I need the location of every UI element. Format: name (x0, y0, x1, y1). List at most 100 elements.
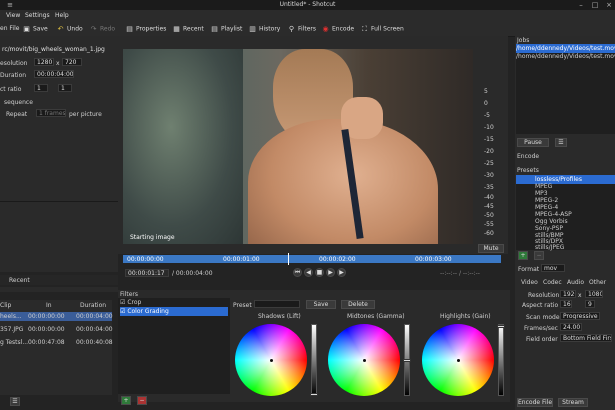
add-preset-button[interactable]: + (518, 251, 528, 260)
tab-codec[interactable]: Codec (543, 279, 562, 286)
save-button[interactable]: ▣ Save (22, 25, 48, 33)
shadows-level-slider[interactable] (310, 324, 318, 396)
repeat-frames-field[interactable]: 1 frames (36, 109, 66, 117)
playlist-cell: 00:00:40:08 (76, 339, 113, 346)
encode-aspect-label: Aspect ratio (522, 302, 559, 309)
playlist-cell: heels... (0, 313, 22, 320)
wheel-cursor[interactable] (362, 358, 366, 362)
slider-knob[interactable] (497, 325, 505, 328)
playlist-panel: Clip In Duration heels... 00:00:00:00 00… (0, 300, 113, 395)
preset-item[interactable]: MPEG-2 (535, 197, 558, 204)
playlist-menu-button[interactable]: ☰ (10, 397, 20, 406)
aspect-ratio-a[interactable]: 1 (34, 84, 48, 92)
highlights-level-slider[interactable] (497, 324, 505, 396)
checkbox-icon[interactable]: ☑ (120, 299, 125, 306)
encode-res-height[interactable]: 1080 (585, 290, 603, 298)
encode-file-button[interactable]: Encode File (517, 398, 553, 407)
preset-dropdown[interactable] (254, 300, 300, 308)
scan-mode-dropdown[interactable]: Progressive (560, 312, 600, 320)
history-button[interactable]: ▥ History (248, 25, 280, 33)
filter-item-crop[interactable]: ☑ Crop (120, 298, 228, 307)
filter-item-color-grading[interactable]: ☑ Color Grading (120, 307, 228, 316)
tab-recent[interactable]: Recent (9, 277, 30, 284)
preset-item[interactable]: MPEG (535, 183, 552, 190)
encode-aspect-b[interactable]: 9 (585, 300, 595, 308)
position-field[interactable]: 00:00:01:17 (125, 269, 169, 277)
shadows-color-wheel[interactable] (235, 324, 307, 396)
preset-item[interactable]: Ogg Vorbis (535, 218, 568, 225)
viewer-caption: Starting image (130, 234, 175, 241)
preset-delete-button[interactable]: Delete (341, 300, 375, 309)
encode-res-width[interactable]: 1920 (560, 290, 576, 298)
add-filter-button[interactable]: + (121, 396, 131, 405)
tab-video[interactable]: Video (521, 279, 538, 286)
minimize-icon[interactable]: – (577, 1, 585, 9)
preset-item[interactable]: MPEG-4 (535, 204, 558, 211)
remove-preset-button[interactable]: − (534, 251, 544, 260)
fast-forward-button[interactable]: ▶ (337, 268, 346, 277)
resolution-width-field[interactable]: 1280 (34, 58, 54, 66)
meter-tick-label: -55 (484, 221, 494, 228)
playlist-button[interactable]: ▤ Playlist (210, 25, 242, 33)
resolution-height-field[interactable]: 720 (62, 58, 82, 66)
meter-tick-label: -15 (484, 136, 494, 143)
resolution-label: esolution (0, 60, 28, 67)
menu-settings[interactable]: Settings (25, 12, 50, 19)
preset-item[interactable]: MPEG-4-ASP (535, 211, 572, 218)
field-order-dropdown[interactable]: Bottom Field First (560, 334, 612, 342)
ruler-label: 00:00:03:00 (415, 256, 452, 263)
fullscreen-button[interactable]: ⛶ Full Screen (360, 25, 404, 33)
highlights-color-wheel[interactable] (422, 324, 494, 396)
filters-button[interactable]: ⚲ Filters (287, 25, 316, 33)
jobs-menu-button[interactable]: ☰ (555, 138, 567, 147)
slider-knob[interactable] (403, 359, 411, 362)
undo-button[interactable]: ↶ Undo (56, 25, 83, 33)
playhead[interactable] (288, 253, 289, 265)
close-icon[interactable]: × (605, 1, 613, 9)
wheel-cursor[interactable] (269, 358, 273, 362)
open-file-button[interactable]: en File (0, 25, 19, 32)
properties-file-name: rc/movit/big_wheels_woman_1.jpg (2, 46, 105, 53)
remove-filter-button[interactable]: − (137, 396, 147, 405)
scan-mode-label: Scan mode (526, 314, 560, 321)
preset-item[interactable]: MP3 (535, 190, 548, 197)
preset-save-button[interactable]: Save (306, 300, 336, 309)
menu-help[interactable]: Help (55, 12, 69, 19)
mute-button[interactable]: Mute (478, 244, 504, 253)
ruler-label: 00:00:01:00 (223, 256, 260, 263)
window-menu-icon[interactable]: ≡ (6, 1, 14, 9)
timeline-ruler[interactable]: 00:00:00:00 00:00:01:00 00:00:02:00 00:0… (123, 253, 501, 265)
maximize-icon[interactable]: □ (591, 1, 599, 9)
stream-button[interactable]: Stream (558, 398, 588, 407)
tab-audio[interactable]: Audio (567, 279, 584, 286)
tab-other[interactable]: Other (589, 279, 606, 286)
filter-list: ☑ Crop ☑ Color Grading (118, 298, 230, 394)
frames-per-second-field[interactable]: 24.00 (560, 323, 582, 331)
play-button[interactable]: ▶ (326, 268, 335, 277)
rewind-button[interactable]: ◀ (304, 268, 313, 277)
job-item[interactable]: /home/ddennedy/Videos/test.mov (516, 52, 615, 61)
slider-knob[interactable] (310, 393, 318, 396)
redo-button[interactable]: ↷ Redo (89, 25, 116, 33)
format-dropdown[interactable]: mov (541, 264, 565, 272)
recent-button[interactable]: ▦ Recent (172, 25, 204, 33)
skip-previous-button[interactable]: ⏮ (293, 268, 302, 277)
midtones-level-slider[interactable] (403, 324, 411, 396)
checkbox-icon[interactable]: ☑ (120, 308, 125, 315)
encode-button[interactable]: ◉ Encode (321, 25, 354, 33)
preset-item[interactable]: stills/JPEG (535, 244, 564, 251)
midtones-color-wheel[interactable] (328, 324, 400, 396)
menu-view[interactable]: View (6, 12, 20, 19)
wheel-label-highlights: Highlights (Gain) (440, 313, 491, 320)
duration-field[interactable]: 00:00:04:00 (34, 70, 74, 78)
stop-button[interactable]: ■ (315, 268, 324, 277)
pause-button[interactable]: Pause (517, 138, 549, 147)
preset-item[interactable]: Sony-PSP (535, 225, 563, 232)
preset-label: Preset (233, 302, 252, 309)
preset-item[interactable]: lossless/Profiles (516, 175, 615, 184)
meter-tick-label: 5 (484, 88, 488, 95)
properties-button[interactable]: ▤ Properties (125, 25, 166, 33)
wheel-cursor[interactable] (456, 358, 460, 362)
encode-aspect-a[interactable]: 16 (560, 300, 572, 308)
aspect-ratio-b[interactable]: 1 (58, 84, 72, 92)
